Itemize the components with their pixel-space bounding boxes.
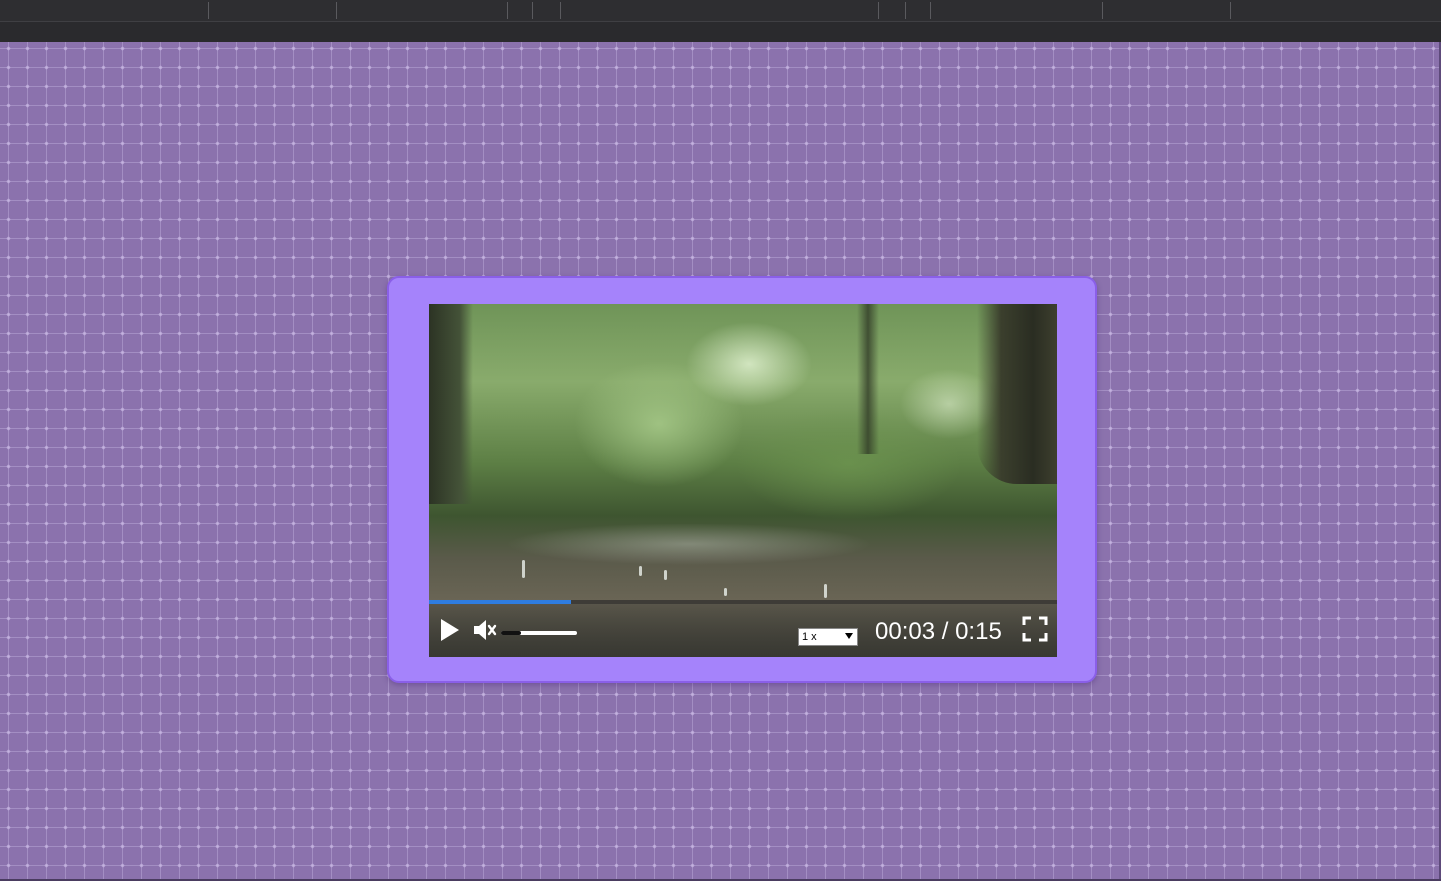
- playback-speed-select[interactable]: 1 x: [798, 628, 858, 646]
- tab-bar: [0, 0, 1441, 22]
- volume-slider[interactable]: [501, 631, 577, 635]
- video-player-card: 1 x 00:03 / 0:15: [387, 276, 1097, 683]
- rain-splash: [522, 560, 525, 578]
- tab-divider: [532, 2, 533, 19]
- tab-divider: [507, 2, 508, 19]
- tab-divider: [1230, 2, 1231, 19]
- tab-divider: [560, 2, 561, 19]
- play-button[interactable]: [437, 618, 461, 642]
- volume-muted-icon: [474, 620, 497, 640]
- chevron-down-icon: [845, 633, 853, 639]
- progress-bar[interactable]: [429, 600, 1057, 604]
- tab-divider: [208, 2, 209, 19]
- video-scene-tree-right: [977, 304, 1057, 484]
- current-time: 00:03: [875, 618, 936, 645]
- rain-splash: [639, 566, 642, 576]
- tab-divider: [878, 2, 879, 19]
- rain-splash: [664, 570, 667, 580]
- progress-bar-fill: [429, 600, 571, 604]
- tab-divider: [905, 2, 906, 19]
- time-separator: /: [941, 618, 949, 645]
- fullscreen-button[interactable]: [1022, 616, 1048, 642]
- tab-divider: [930, 2, 931, 19]
- volume-slider-fill: [501, 631, 521, 635]
- browser-toolbar: [0, 0, 1441, 42]
- rain-splash: [824, 584, 827, 598]
- video-player[interactable]: 1 x 00:03 / 0:15: [429, 304, 1057, 657]
- tab-divider: [1102, 2, 1103, 19]
- mute-button[interactable]: [472, 617, 498, 643]
- fullscreen-icon: [1022, 616, 1048, 642]
- playback-speed-value: 1 x: [802, 631, 817, 643]
- play-icon: [441, 619, 459, 641]
- rain-splash: [724, 588, 727, 596]
- video-scene-tree-left: [429, 304, 473, 504]
- tab-divider: [336, 2, 337, 19]
- duration: 0:15: [955, 618, 1002, 645]
- time-display: 00:03 / 0:15: [875, 617, 1002, 647]
- video-scene-tree-mid: [857, 304, 879, 454]
